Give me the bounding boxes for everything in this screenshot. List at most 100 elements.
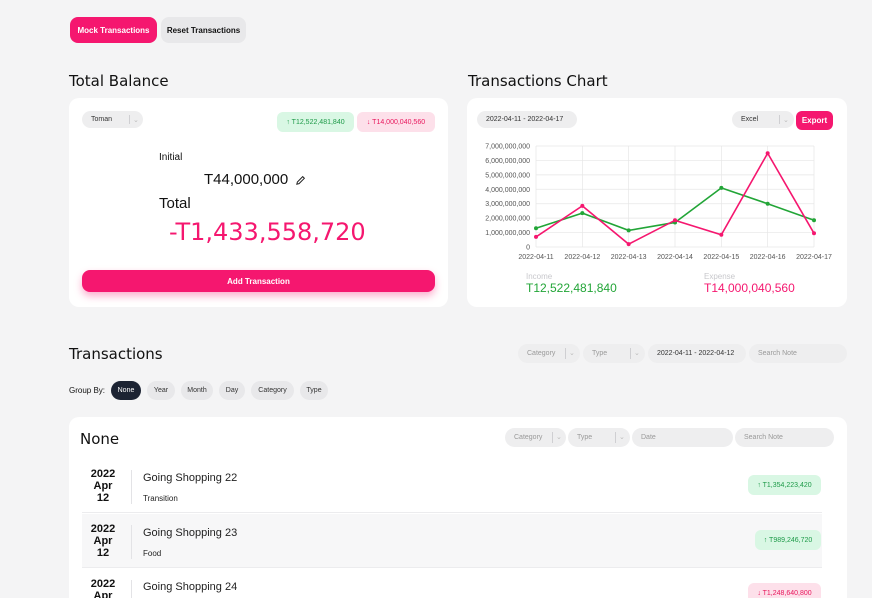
chart-card: 2022-04-11 - 2022-04-17 Excel ⌄ Export 0…: [467, 98, 847, 307]
y-tick-label: 4,000,000,000: [485, 187, 530, 194]
x-tick-label: 2022-04-15: [703, 254, 739, 261]
inner-date-filter[interactable]: Date: [632, 428, 733, 447]
data-point-expense: [765, 151, 770, 156]
total-balance-title: Total Balance: [69, 72, 169, 90]
x-tick-label: 2022-04-17: [796, 254, 832, 261]
initial-value: T44,000,000: [204, 171, 289, 188]
inner-type-filter-value: Type: [577, 434, 593, 441]
x-tick-label: 2022-04-11: [518, 254, 553, 261]
export-format-value: Excel: [741, 116, 759, 123]
category-filter-value: Category: [527, 350, 556, 357]
inner-type-filter[interactable]: Type ⌄: [568, 428, 630, 447]
data-point-expense: [673, 218, 677, 223]
date-filter[interactable]: 2022-04-11 - 2022-04-12: [648, 344, 746, 363]
row-month: Apr: [93, 590, 113, 598]
data-point-expense: [719, 232, 724, 237]
chart-date-range[interactable]: 2022-04-11 - 2022-04-17: [477, 111, 577, 128]
chevron-down-icon: ⌄: [783, 117, 789, 124]
expense-total: T14,000,040,560: [704, 281, 795, 295]
transactions-chart-title: Transactions Chart: [468, 72, 608, 90]
add-transaction-button[interactable]: Add Transaction: [82, 270, 435, 292]
x-tick-label: 2022-04-12: [564, 254, 600, 261]
data-point-expense: [626, 242, 631, 247]
mock-transactions-button[interactable]: Mock Transactions: [70, 17, 157, 43]
income-badge: ↑ T12,522,481,840: [277, 112, 354, 132]
data-point-income: [534, 226, 538, 231]
date-filter-value: 2022-04-11 - 2022-04-12: [657, 350, 735, 357]
y-tick-label: 7,000,000,000: [485, 144, 530, 151]
currency-select[interactable]: Toman ⌄: [82, 111, 143, 128]
table-row[interactable]: 2022 Apr 12 Going Shopping 23 Food ↑ T98…: [82, 514, 822, 568]
category-filter[interactable]: Category ⌄: [518, 344, 580, 363]
chevron-down-icon: ⌄: [133, 117, 139, 124]
row-amount-badge: ↑ T989,246,720: [755, 530, 821, 550]
y-tick-label: 2,000,000,000: [485, 216, 530, 223]
row-title: Going Shopping 24: [143, 581, 238, 593]
data-point-expense: [580, 203, 585, 208]
chart-date-range-value: 2022-04-11 - 2022-04-17: [486, 116, 564, 123]
group-by-category[interactable]: Category: [251, 381, 294, 400]
row-title: Going Shopping 22: [143, 472, 238, 484]
type-filter[interactable]: Type ⌄: [583, 344, 645, 363]
group-card: None Category ⌄ Type ⌄ Date Search Note …: [69, 417, 847, 598]
pencil-icon[interactable]: [295, 173, 306, 191]
data-point-income: [765, 201, 770, 206]
row-date: 2022 Apr 12: [88, 468, 118, 504]
row-category: Food: [143, 549, 162, 558]
y-tick-label: 1,000,000,000: [485, 230, 530, 237]
chevron-down-icon: ⌄: [634, 350, 640, 357]
inner-category-filter[interactable]: Category ⌄: [505, 428, 566, 447]
total-value: -T1,433,558,720: [169, 218, 366, 246]
row-date: 2022 Apr 12: [88, 523, 118, 559]
inner-category-filter-value: Category: [514, 434, 543, 441]
expense-label: Expense: [704, 272, 736, 281]
row-title: Going Shopping 23: [143, 527, 238, 539]
y-tick-label: 3,000,000,000: [485, 201, 530, 208]
total-label: Total: [159, 195, 191, 212]
balance-card: Toman ⌄ ↑ T12,522,481,840 ↓ T14,000,040,…: [69, 98, 448, 307]
inner-search-note-input[interactable]: Search Note: [735, 428, 834, 447]
table-row[interactable]: 2022 Apr Going Shopping 24 ↓ T1,248,640,…: [82, 569, 822, 598]
group-by-type[interactable]: Type: [300, 381, 328, 400]
x-tick-label: 2022-04-16: [750, 254, 786, 261]
group-by-none[interactable]: None: [111, 381, 141, 400]
group-by-year[interactable]: Year: [147, 381, 175, 400]
currency-value: Toman: [91, 116, 113, 123]
chevron-down-icon: ⌄: [569, 350, 575, 357]
y-tick-label: 5,000,000,000: [485, 172, 530, 179]
initial-label: Initial: [159, 152, 183, 163]
data-point-expense: [534, 234, 538, 239]
table-row[interactable]: 2022 Apr 12 Going Shopping 22 Transition…: [82, 459, 822, 513]
group-title: None: [80, 430, 120, 448]
x-tick-label: 2022-04-13: [611, 254, 647, 261]
data-point-income: [812, 218, 816, 223]
y-tick-label: 0: [526, 245, 530, 252]
row-year: 2022: [90, 523, 116, 535]
expense-badge: ↓ T14,000,040,560: [357, 112, 435, 132]
transactions-line-chart: 0 1,000,000,000 2,000,000,000 3,000,000,000…: [485, 144, 832, 262]
row-amount-badge: ↑ T1,354,223,420: [748, 475, 821, 495]
search-note-placeholder: Search Note: [758, 350, 797, 357]
chevron-down-icon: ⌄: [556, 434, 562, 441]
x-tick-label: 2022-04-14: [657, 254, 693, 261]
export-format-select[interactable]: Excel ⌄: [732, 111, 794, 128]
data-point-income: [626, 228, 631, 233]
y-tick-label: 6,000,000,000: [485, 158, 530, 165]
row-day: 12: [96, 547, 110, 559]
row-month: Apr: [93, 535, 113, 547]
group-by-month[interactable]: Month: [181, 381, 213, 400]
data-point-income: [580, 211, 585, 216]
row-year: 2022: [90, 468, 116, 480]
export-button[interactable]: Export: [796, 111, 833, 130]
reset-transactions-button[interactable]: Reset Transactions: [161, 17, 246, 43]
transactions-title: Transactions: [69, 345, 163, 363]
group-by-label: Group By:: [69, 386, 106, 395]
row-category: Transition: [143, 494, 178, 503]
row-amount-badge: ↓ T1,248,640,800: [748, 583, 821, 598]
search-note-input[interactable]: Search Note: [749, 344, 847, 363]
income-label: Income: [526, 272, 553, 281]
group-by-day[interactable]: Day: [219, 381, 245, 400]
inner-date-filter-value: Date: [641, 434, 656, 441]
chevron-down-icon: ⌄: [619, 434, 625, 441]
row-year: 2022: [90, 578, 116, 590]
